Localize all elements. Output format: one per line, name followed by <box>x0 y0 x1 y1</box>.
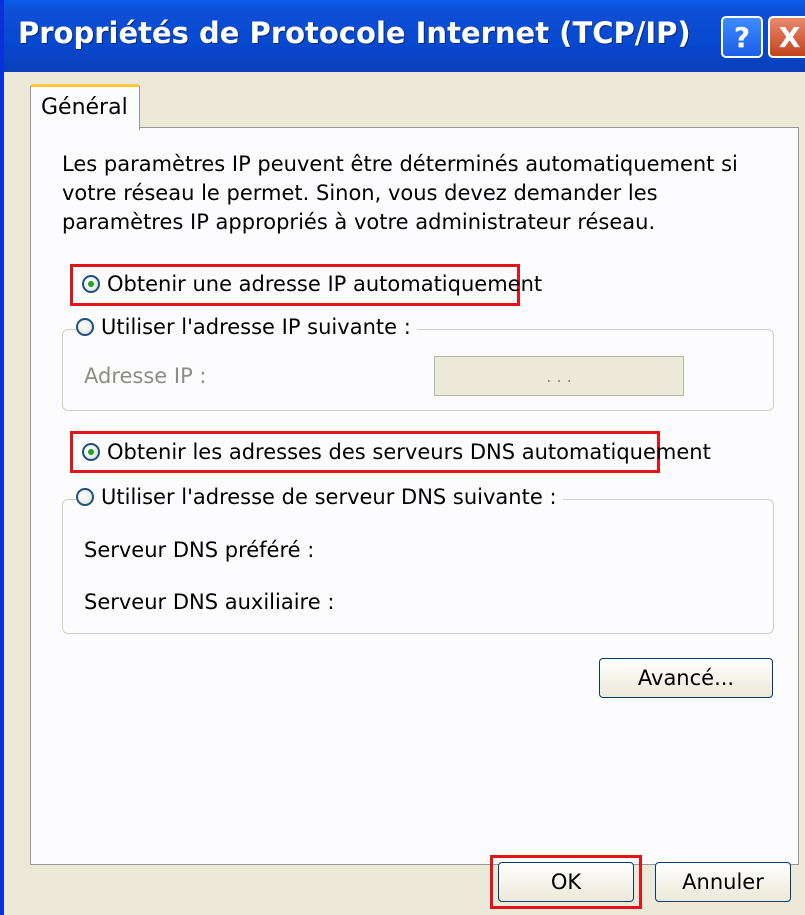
dns-preferred-label: Serveur DNS préféré : <box>84 538 315 562</box>
advanced-button[interactable]: Avancé... <box>599 658 773 698</box>
radio-ip-manual[interactable]: Utiliser l'adresse IP suivante : <box>76 315 417 339</box>
cancel-button[interactable]: Annuler <box>655 862 791 902</box>
radio-ip-auto-label: Obtenir une adresse IP automatiquement <box>107 272 543 296</box>
radio-unchecked-icon <box>76 488 94 506</box>
title-bar[interactable]: Propriétés de Protocole Internet (TCP/IP… <box>4 0 805 72</box>
dialog-window: Propriétés de Protocole Internet (TCP/IP… <box>0 0 805 915</box>
help-button[interactable]: ? <box>721 16 763 58</box>
radio-unchecked-icon <box>76 318 94 336</box>
dns-alternate-label: Serveur DNS auxiliaire : <box>84 590 335 614</box>
close-icon: X <box>778 20 801 54</box>
radio-dns-manual-label: Utiliser l'adresse de serveur DNS suivan… <box>101 485 557 509</box>
close-button[interactable]: X <box>768 16 805 58</box>
tab-general[interactable]: Général <box>30 84 140 130</box>
description-text: Les paramètres IP peuvent être déterminé… <box>62 152 738 234</box>
radio-ip-manual-label: Utiliser l'adresse IP suivante : <box>101 315 411 339</box>
window-title: Propriétés de Protocole Internet (TCP/IP… <box>18 16 691 50</box>
radio-ip-auto[interactable]: Obtenir une adresse IP automatiquement <box>82 272 542 296</box>
ip-address-field[interactable]: . . . <box>434 356 684 396</box>
radio-dns-auto-label: Obtenir les adresses des serveurs DNS au… <box>107 440 711 464</box>
radio-checked-icon <box>82 443 100 461</box>
radio-dns-auto[interactable]: Obtenir les adresses des serveurs DNS au… <box>82 440 711 464</box>
question-mark-icon: ? <box>733 20 751 54</box>
ip-address-label: Adresse IP : <box>84 364 207 388</box>
ip-address-dots: . . . <box>546 366 572 386</box>
radio-dns-manual[interactable]: Utiliser l'adresse de serveur DNS suivan… <box>76 485 563 509</box>
radio-checked-icon <box>82 275 100 293</box>
ok-button[interactable]: OK <box>498 862 634 902</box>
